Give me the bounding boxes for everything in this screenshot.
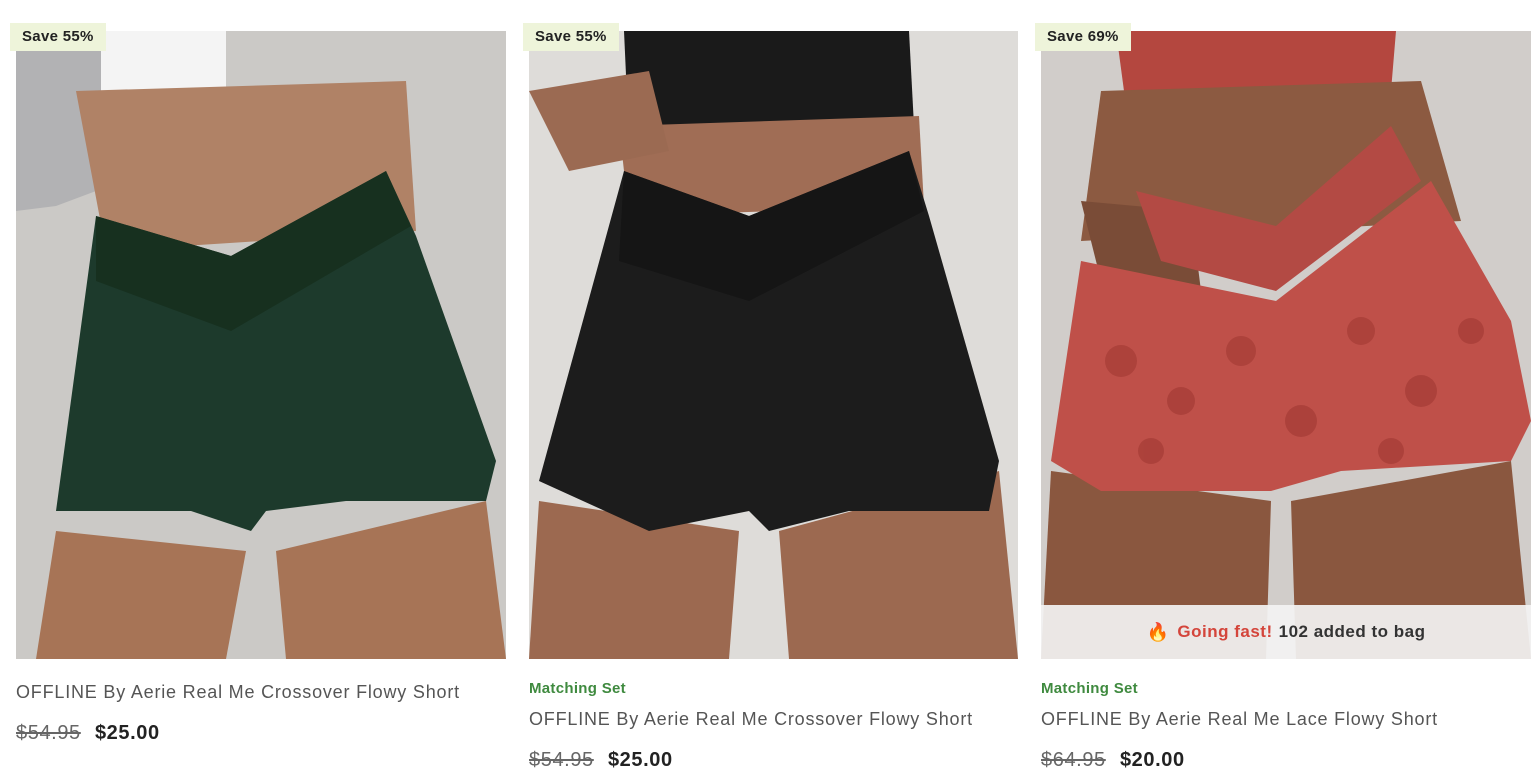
going-fast-banner: 🔥 Going fast! 102 added to bag [1041, 605, 1531, 659]
discount-badge: Save 55% [10, 23, 106, 51]
matching-set-tag: Matching Set [529, 680, 626, 697]
sale-price: $20.00 [1119, 749, 1185, 771]
sale-price: $25.00 [94, 722, 160, 744]
matching-set-tag: Matching Set [1041, 680, 1138, 697]
product-photo-black-short [529, 31, 1018, 659]
product-card[interactable]: Save 69% 🔥 Going fast! 102 added to bag … [1035, 0, 1531, 780]
product-photo-green-short [16, 31, 506, 659]
discount-badge: Save 69% [1035, 23, 1131, 51]
fire-icon: 🔥 [1146, 621, 1170, 642]
price-row: $64.95 $20.00 [1041, 749, 1185, 772]
product-card[interactable]: Save 55% Matching Set OFFLINE By Aerie R… [523, 0, 1018, 780]
product-name-link[interactable]: OFFLINE By Aerie Real Me Lace Flowy Shor… [1041, 709, 1438, 730]
sale-price: $25.00 [607, 749, 673, 771]
going-fast-label: Going fast! [1177, 622, 1273, 641]
product-photo-red-lace-short [1041, 31, 1531, 659]
discount-badge: Save 55% [523, 23, 619, 51]
original-price: $54.95 [16, 722, 81, 744]
price-row: $54.95 $25.00 [529, 749, 673, 772]
product-name-link[interactable]: OFFLINE By Aerie Real Me Crossover Flowy… [529, 709, 973, 730]
product-grid: Save 55% OFFLINE By Aerie Real Me Crosso… [10, 0, 1531, 780]
added-to-bag-count: 102 added to bag [1278, 622, 1426, 641]
price-row: $54.95 $25.00 [16, 722, 160, 745]
product-image[interactable] [529, 31, 1018, 659]
product-image[interactable]: 🔥 Going fast! 102 added to bag [1041, 31, 1531, 659]
original-price: $54.95 [529, 749, 594, 771]
product-card[interactable]: Save 55% OFFLINE By Aerie Real Me Crosso… [10, 0, 506, 780]
product-name-link[interactable]: OFFLINE By Aerie Real Me Crossover Flowy… [16, 682, 460, 703]
product-image[interactable] [16, 31, 506, 659]
original-price: $64.95 [1041, 749, 1106, 771]
